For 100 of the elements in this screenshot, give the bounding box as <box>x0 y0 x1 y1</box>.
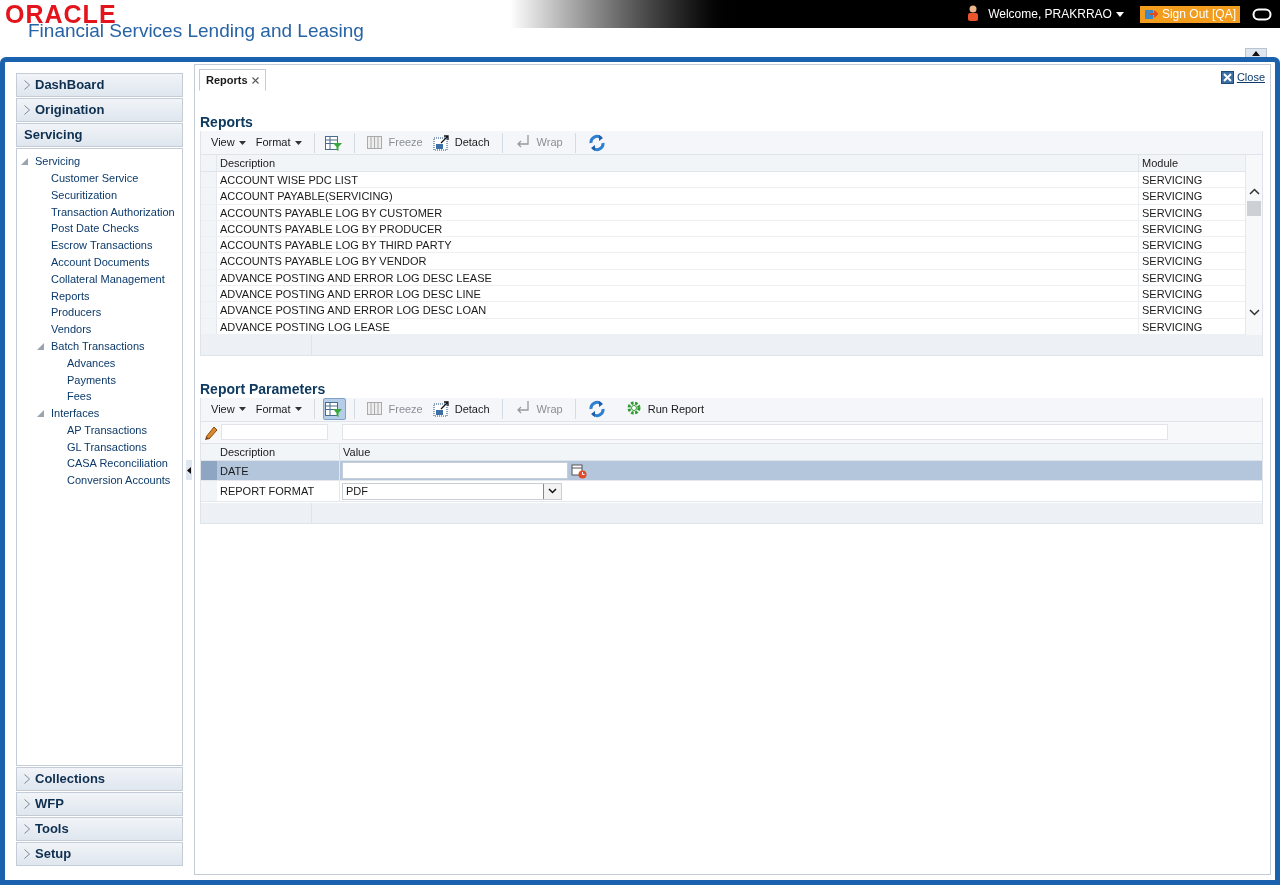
collapse-sidebar-button[interactable] <box>185 460 192 480</box>
tree-item[interactable]: Vendors <box>51 321 92 338</box>
accordion-header[interactable]: Collections <box>16 767 183 791</box>
tree-item[interactable]: Conversion Accounts <box>67 472 171 489</box>
date-field[interactable] <box>342 462 568 480</box>
tree-item[interactable]: Reports <box>51 287 90 304</box>
caret-icon <box>294 407 302 412</box>
refresh-icon <box>587 400 606 419</box>
column-header: Module <box>1141 156 1180 171</box>
table-cell-text: SERVICING <box>1141 287 1204 302</box>
tree-item[interactable]: Producers <box>51 304 102 321</box>
table-cell-text: SERVICING <box>1141 205 1204 220</box>
filter-field[interactable] <box>221 424 328 441</box>
tree-item[interactable]: Interfaces <box>51 405 100 422</box>
table-cell-text: SERVICING <box>1141 319 1204 334</box>
caret-icon <box>294 140 302 145</box>
collapse-triangle-icon[interactable] <box>21 157 28 165</box>
row-header[interactable] <box>201 481 217 501</box>
accordion-header[interactable]: WFP <box>16 792 183 816</box>
accordion-header[interactable]: Tools <box>16 817 183 841</box>
tree-item[interactable]: CASA Reconciliation <box>67 455 168 472</box>
dropdown-field[interactable]: PDF <box>342 482 562 500</box>
table-cell: REPORT FORMAT <box>217 481 340 501</box>
collapse-triangle-icon[interactable] <box>37 342 44 350</box>
table-cell-text: SERVICING <box>1141 270 1204 286</box>
run-button[interactable]: Run Report <box>621 398 708 421</box>
chevron-down-icon <box>548 488 557 495</box>
tree-item[interactable]: Batch Transactions <box>51 337 145 355</box>
row-header[interactable] <box>201 460 217 481</box>
tree-item[interactable]: Customer Service <box>51 169 139 187</box>
user-icon <box>966 5 981 23</box>
tree-item[interactable]: Fees <box>67 388 92 405</box>
detach-button[interactable]: Detach <box>428 131 494 154</box>
close-icon[interactable] <box>251 76 259 84</box>
tree-item[interactable]: Transaction Authorization <box>51 203 175 221</box>
accordion-header[interactable]: Setup <box>16 842 183 866</box>
filter-table-icon <box>325 400 343 419</box>
table-cell: ACCOUNTS PAYABLE LOG BY CUSTOMER <box>217 204 1139 220</box>
tree-item[interactable]: Servicing <box>35 153 81 170</box>
oracle-ring-icon <box>1252 7 1272 21</box>
row-header[interactable] <box>201 188 217 204</box>
row-header[interactable] <box>201 286 217 302</box>
table-cell: ADVANCE POSTING AND ERROR LOG DESC LOAN <box>217 302 1139 318</box>
table-cell: ACCOUNTS PAYABLE LOG BY PRODUCER <box>217 220 1139 237</box>
tree-item[interactable]: Advances <box>67 354 116 372</box>
close-icon <box>1220 70 1234 84</box>
table-cell-text: SERVICING <box>1141 189 1204 204</box>
collapse-triangle-icon[interactable] <box>37 409 44 417</box>
filter-toggle-button[interactable] <box>322 398 346 421</box>
row-header[interactable] <box>201 253 217 269</box>
menu-button[interactable]: View <box>207 134 250 151</box>
accordion-header[interactable]: DashBoard <box>16 73 183 97</box>
tree-item[interactable]: Post Date Checks <box>51 220 140 237</box>
menu-button[interactable]: View <box>207 401 250 418</box>
table-cell: ACCOUNTS PAYABLE LOG BY VENDOR <box>217 253 1139 269</box>
column-header: Description <box>217 155 1139 171</box>
tree-item[interactable]: Securitization <box>51 186 118 204</box>
accordion-header[interactable]: Servicing <box>16 123 183 147</box>
caret-icon <box>238 407 246 412</box>
tree-item[interactable]: Account Documents <box>51 253 150 271</box>
tree-item[interactable]: Collateral Management <box>51 270 165 288</box>
scroll-thumb[interactable] <box>1247 201 1261 216</box>
table-cell-text: SERVICING <box>1141 303 1204 318</box>
tab[interactable]: Reports <box>199 69 266 91</box>
welcome-menu[interactable]: Welcome, PRAKRRAO <box>988 5 1124 23</box>
tree-item[interactable]: Escrow Transactions <box>51 237 153 254</box>
table-cell-text: SERVICING <box>1141 254 1204 269</box>
detach-button[interactable]: Detach <box>428 398 494 421</box>
scroll-up-icon <box>1248 188 1260 195</box>
tree-item[interactable]: AP Transactions <box>67 421 147 439</box>
table-cell: ACCOUNT PAYABLE(SERVICING) <box>217 188 1139 204</box>
accordion-header[interactable]: Origination <box>16 98 183 122</box>
tree-item[interactable]: GL Transactions <box>67 438 147 456</box>
filter-field[interactable] <box>342 424 1168 441</box>
tree-item[interactable]: Payments <box>67 371 116 388</box>
table-cell-text: SERVICING <box>1141 238 1204 253</box>
table-cell: ACCOUNTS PAYABLE LOG BY THIRD PARTY <box>217 237 1139 253</box>
calendar-icon[interactable] <box>571 462 587 479</box>
column-header: Description <box>217 443 340 460</box>
row-header[interactable] <box>201 172 217 188</box>
up-arrow-icon <box>1252 50 1260 56</box>
column-header: Value <box>342 444 372 460</box>
row-header[interactable] <box>201 237 217 253</box>
row-header[interactable] <box>201 302 217 318</box>
caret-icon <box>238 140 246 145</box>
section-title: Report Parameters <box>200 379 327 398</box>
table-cell: ADVANCE POSTING LOG LEASE <box>217 318 1139 334</box>
close-link[interactable]: Close <box>1220 69 1265 86</box>
table-cell: ADVANCE POSTING AND ERROR LOG DESC LINE <box>217 286 1139 302</box>
table-cell: DATE <box>217 460 340 481</box>
caret-icon <box>1115 11 1124 17</box>
table-cell: ACCOUNT WISE PDC LIST <box>217 172 1139 188</box>
table-cell-text: SERVICING <box>1141 221 1204 237</box>
detach-icon <box>432 400 451 419</box>
table-row[interactable]: REPORT FORMAT PDF <box>201 481 1262 502</box>
table-row[interactable]: DATE <box>201 460 1262 482</box>
menu-button[interactable]: Format <box>251 134 306 151</box>
refresh-icon <box>587 133 606 152</box>
sign-out-icon <box>1143 8 1158 20</box>
menu-button[interactable]: Format <box>251 401 306 418</box>
